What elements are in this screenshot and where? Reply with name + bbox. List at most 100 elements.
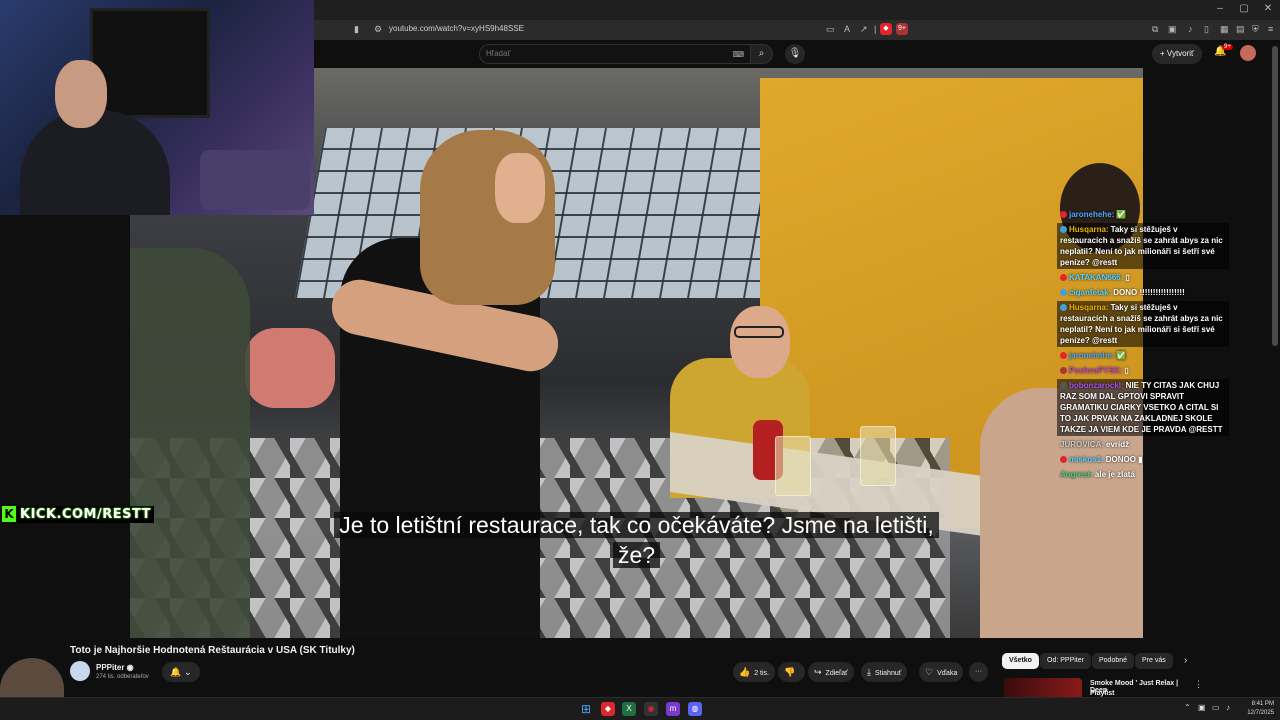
- chat-message: KATAKAN666: ▯: [1057, 271, 1229, 284]
- chat-username: jaronehehe:: [1069, 210, 1115, 219]
- dislike-button[interactable]: 👎: [778, 662, 806, 682]
- share-page-icon[interactable]: ↗: [860, 24, 868, 35]
- wallet-panel-icon[interactable]: ▦: [1220, 24, 1229, 35]
- chat-message: Husqarna: Taky si stěžuješ v restauracích…: [1057, 223, 1229, 269]
- chat-text: ale je zlatá: [1094, 470, 1135, 479]
- brave-browser-icon[interactable]: ◆: [601, 702, 615, 716]
- site-info-icon[interactable]: ⚙: [374, 24, 382, 35]
- close-window-button[interactable]: ✕: [1254, 3, 1280, 14]
- video-man-head: [730, 306, 790, 378]
- chat-username: jaronehehe:: [1069, 351, 1115, 360]
- obs-icon[interactable]: ◉: [644, 702, 658, 716]
- chat-badge-icon: [1060, 367, 1067, 375]
- music-icon[interactable]: ♪: [1188, 24, 1193, 34]
- download-button[interactable]: ⤓ Stiahnuť: [861, 662, 908, 682]
- extensions-icon[interactable]: ⧉: [1152, 24, 1158, 35]
- chat-message: PochvoPYSK: ▯: [1057, 364, 1229, 377]
- address-bar[interactable]: ▮ ⚙ youtube.com/watch?v=xyHS9h48SSE ▭ A …: [314, 20, 1280, 40]
- translate-icon[interactable]: A: [844, 24, 850, 34]
- subtitle-line-2: že?: [612, 542, 661, 568]
- streaming-app-icon[interactable]: m: [666, 702, 680, 716]
- search-input[interactable]: [486, 49, 706, 58]
- more-actions-button[interactable]: ···: [969, 662, 988, 682]
- chat-username: Husqarna:: [1069, 303, 1109, 312]
- chip-related[interactable]: Podobné: [1092, 653, 1135, 669]
- more-vert-icon[interactable]: ⋮: [1194, 679, 1203, 690]
- discord-icon[interactable]: ◍: [688, 702, 702, 716]
- chat-message: miskos1: DONOO ▮: [1057, 453, 1229, 466]
- thanks-button[interactable]: ♡ Vďaka: [919, 662, 964, 682]
- video-waitress-face: [495, 153, 545, 223]
- create-label: Vytvoriť: [1166, 49, 1195, 58]
- clock-time: 8:41 PM: [1251, 701, 1274, 707]
- wallet-icon[interactable]: ▣: [1168, 24, 1177, 35]
- subscriber-count: 274 tis. odberateľov: [96, 674, 149, 680]
- plus-icon: +: [1160, 49, 1167, 58]
- chat-username: Husqarna:: [1069, 225, 1109, 234]
- account-avatar[interactable]: [1240, 45, 1256, 61]
- shield-icon[interactable]: ⛨: [1252, 24, 1259, 35]
- chip-for-you[interactable]: Pre vás: [1135, 653, 1173, 669]
- page-scrollbar[interactable]: [1270, 40, 1280, 700]
- url-text[interactable]: youtube.com/watch?v=xyHS9h48SSE: [389, 24, 524, 33]
- create-button[interactable]: + Vytvoriť: [1152, 44, 1203, 64]
- recommended-video-title-cut[interactable]: Playlist: [1090, 690, 1115, 697]
- chat-message: JUROVICA: evridž: [1057, 438, 1229, 451]
- search-box[interactable]: ⌨: [479, 44, 751, 64]
- kick-letter-icon: K: [2, 506, 16, 522]
- screen: – ▢ ✕ ▮ ⚙ youtube.com/watch?v=xyHS9h48SS…: [0, 0, 1280, 720]
- menu-icon[interactable]: ≡: [1268, 24, 1273, 34]
- chat-badge-icon: [1060, 274, 1067, 282]
- scrollbar-thumb[interactable]: [1272, 46, 1278, 346]
- like-button[interactable]: 👍 2 tis.: [733, 662, 776, 682]
- channel-avatar[interactable]: [70, 661, 90, 681]
- chat-badge-icon: [1060, 211, 1067, 219]
- voice-search-button[interactable]: 🎙: [785, 44, 805, 64]
- chevron-right-icon[interactable]: ›: [1184, 655, 1187, 666]
- video-glass: [860, 426, 896, 486]
- taskbar-clock[interactable]: 8:41 PM 12/7/2025: [1238, 700, 1274, 718]
- chat-text: ▯: [1125, 273, 1130, 282]
- chat-username: Angrest:: [1060, 470, 1093, 479]
- cast-icon[interactable]: ▭: [826, 24, 835, 35]
- webcam-streamer-hoodie: [20, 110, 170, 215]
- share-button[interactable]: ↪ Zdieľať: [808, 662, 854, 682]
- vpn-icon[interactable]: ▤: [1236, 24, 1245, 35]
- tray-app-icon[interactable]: ▣: [1198, 703, 1206, 712]
- video-foreground-blur: [130, 248, 250, 638]
- webcam-streamer-head: [55, 60, 107, 128]
- notification-extension-icon[interactable]: 9+: [896, 23, 908, 35]
- kick-handle: KICK.COM/RESTT: [17, 506, 155, 523]
- chat-text: ✅: [1116, 351, 1127, 360]
- download-label: Stiahnuť: [874, 670, 902, 677]
- subscription-bell-button[interactable]: 🔔 ⌄: [162, 662, 200, 682]
- chip-all[interactable]: Všetko: [1002, 653, 1039, 669]
- chat-badge-icon: [1060, 289, 1067, 297]
- brave-shield-icon[interactable]: ◆: [880, 23, 892, 35]
- search-button[interactable]: ⌕: [751, 44, 773, 64]
- webcam-overlay: [0, 0, 314, 215]
- channel-name[interactable]: PPPiter ◉: [96, 663, 134, 672]
- thanks-icon: ♡: [925, 667, 934, 677]
- thumb-down-icon: 👎: [784, 667, 796, 677]
- chat-username: JUROVICA:: [1060, 440, 1105, 449]
- kick-logo: K KICK.COM/RESTT: [2, 506, 155, 523]
- keyboard-icon[interactable]: ⌨: [732, 50, 744, 59]
- volume-icon[interactable]: ♪: [1226, 703, 1230, 712]
- windows-start-icon[interactable]: ⊞: [579, 702, 593, 716]
- like-count: 2 tis.: [754, 670, 770, 677]
- chip-from-channel[interactable]: Od: PPPiter: [1040, 653, 1091, 669]
- bookmark-icon[interactable]: ▮: [354, 24, 359, 35]
- share-icon: ↪: [814, 667, 822, 677]
- excel-icon[interactable]: X: [622, 702, 636, 716]
- divider-icon: |: [874, 24, 877, 34]
- share-label: Zdieľať: [825, 670, 848, 677]
- network-icon[interactable]: ▭: [1212, 703, 1220, 712]
- video-seated-person: [245, 328, 335, 408]
- chat-text: DONO !!!!!!!!!!!!!!!!!: [1113, 288, 1185, 297]
- chat-username: KATAKAN666:: [1069, 273, 1124, 282]
- sidebar-icon[interactable]: ▯: [1204, 24, 1209, 35]
- tray-expand-icon[interactable]: ⌃: [1184, 703, 1191, 712]
- webcam-background-window: [90, 8, 210, 118]
- windows-taskbar: ⊞ ◆ X ◉ m ◍ ⌃ ▣ ▭ ♪ 8:41 PM 12/7/2025: [0, 697, 1280, 720]
